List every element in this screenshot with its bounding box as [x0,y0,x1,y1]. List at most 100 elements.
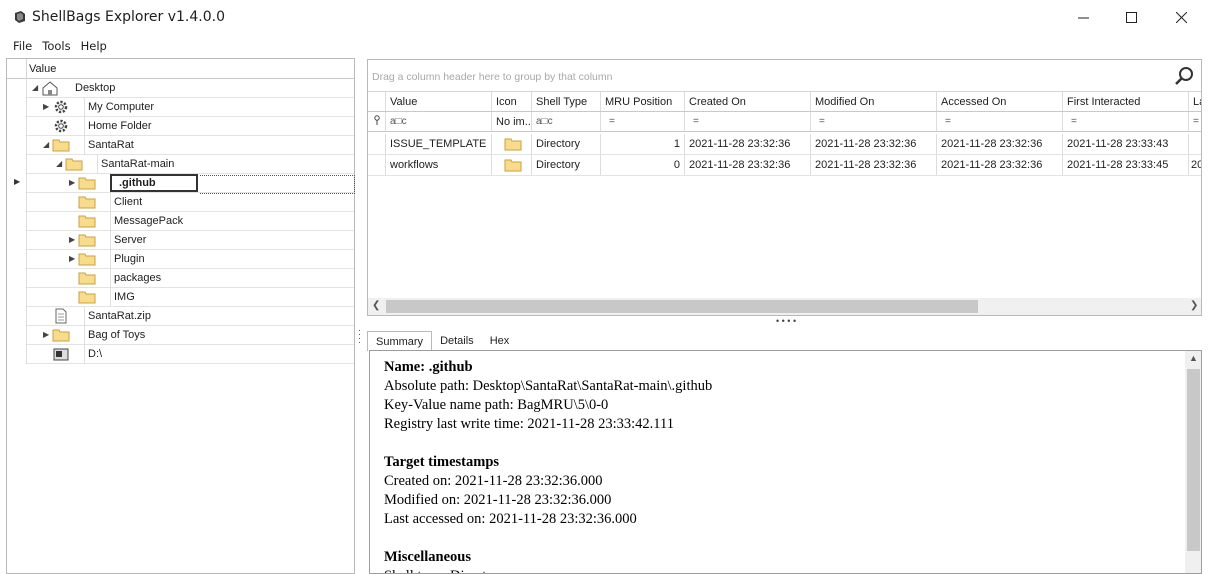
menu-help[interactable]: Help [76,36,112,56]
expand-arrow-icon[interactable]: ▶ [69,235,78,245]
tab-hex[interactable]: Hex [482,331,518,351]
filter-accessed-on[interactable]: = [937,112,1063,131]
column-header-icon[interactable]: Icon [492,92,532,111]
filter-row: a□c No im... a□c = = = = = = [368,112,1201,132]
tree-item-home-folder[interactable]: Home Folder [27,117,354,136]
collapse-arrow-icon[interactable]: ◢ [43,140,52,150]
tree-item-plugin[interactable]: ▶ Plugin [27,250,354,269]
grid-header-row: Value Icon Shell Type MRU Position Creat… [368,92,1201,112]
horizontal-splitter-handle[interactable]: • • • • [776,316,796,326]
horizontal-scrollbar[interactable]: ❮ ❯ [368,298,1201,315]
filter-shell-type[interactable]: a□c [532,112,601,131]
close-button[interactable] [1158,0,1204,34]
folder-icon [78,177,96,190]
column-header-value[interactable]: Value [386,92,492,111]
tree-item-santarat-main[interactable]: ◢ SantaRat-main [27,155,354,174]
cell-first-interacted: 2021-11-28 23:33:43 [1063,134,1189,154]
detail-tabs: Summary Details Hex [367,331,517,351]
maximize-icon [1125,11,1137,23]
filter-modified-on[interactable]: = [811,112,937,131]
tree-item-messagepack[interactable]: MessagePack [27,212,354,231]
tree-item-bag-of-toys[interactable]: ▶ Bag of Toys [27,326,354,345]
table-row[interactable]: workflows Directory 0 2021-11-28 23:32:3… [368,155,1201,176]
expand-arrow-icon[interactable]: ▶ [43,330,52,340]
scroll-right-icon[interactable]: ❯ [1190,300,1198,311]
gear-icon [54,119,68,133]
tree-item-desktop[interactable]: ◢ Desktop [27,79,354,98]
tree-item-santarat-zip[interactable]: SantaRat.zip [27,307,354,326]
tree-item-label: MessagePack [114,215,184,227]
filter-last-interacted[interactable]: = [1189,112,1201,131]
menu-tools[interactable]: Tools [37,36,75,56]
collapse-arrow-icon[interactable]: ◢ [56,159,65,169]
app-icon [15,11,25,23]
summary-last-accessed: Last accessed on: 2021-11-28 23:32:36.00… [384,511,637,527]
cell-created-on: 2021-11-28 23:32:36 [685,155,811,175]
column-header-modified-on[interactable]: Modified On [811,92,937,111]
tree-item-drive-d[interactable]: D:\ [27,345,354,364]
cell-mru-position: 0 [601,155,685,175]
filter-icon[interactable]: No im... [492,112,532,131]
column-header-last-interacted[interactable]: La [1189,92,1201,111]
minimize-button[interactable] [1060,0,1106,34]
scroll-up-icon[interactable]: ▲ [1189,353,1198,363]
column-header-accessed-on[interactable]: Accessed On [937,92,1063,111]
tree-item-label: My Computer [88,101,155,113]
vertical-scrollbar[interactable]: ▲ [1185,351,1201,573]
folder-icon [78,234,96,247]
row-indicator-column [7,79,27,364]
filter-mru-position[interactable]: = [601,112,685,131]
summary-text: Name: .github Absolute path: Desktop\San… [384,358,712,573]
selected-tree-item-editor[interactable]: .github [110,174,198,192]
summary-shell-type: Shell type: Directory [384,567,712,573]
tree-item-santarat[interactable]: ◢ SantaRat [27,136,354,155]
scrollbar-thumb[interactable] [1187,369,1200,551]
vertical-splitter-handle[interactable]: · · · · [358,326,362,347]
tree-item-packages[interactable]: packages [27,269,354,288]
window-title: ShellBags Explorer v1.4.0.0 [32,9,225,25]
cell-mru-position: 1 [601,134,685,154]
column-header-created-on[interactable]: Created On [685,92,811,111]
tab-details[interactable]: Details [432,331,482,351]
tree-item-my-computer[interactable]: ▶ My Computer [27,98,354,117]
column-header-first-interacted[interactable]: First Interacted [1063,92,1189,111]
menu-file[interactable]: File [8,36,37,56]
summary-key-value-path: Key-Value name path: BagMRU\5\0-0 [384,397,609,413]
column-header-shell-type[interactable]: Shell Type [532,92,601,111]
summary-modified-on: Modified on: 2021-11-28 23:32:36.000 [384,492,612,508]
tree-item-img[interactable]: IMG [27,288,354,307]
filter-value[interactable]: a□c [386,112,492,131]
summary-name: Name: .github [384,359,473,375]
summary-misc-heading: Miscellaneous [384,549,471,565]
folder-icon [492,134,532,154]
group-hint: Drag a column header here to group by th… [372,71,613,83]
drive-icon [53,348,69,361]
desktop-icon [42,81,58,96]
folder-icon [78,272,96,285]
tab-summary[interactable]: Summary [367,331,433,351]
expand-arrow-icon[interactable]: ▶ [69,254,78,264]
file-icon [55,308,67,324]
group-by-panel[interactable]: Drag a column header here to group by th… [368,60,1201,92]
table-row[interactable]: ISSUE_TEMPLATE Directory 1 2021-11-28 23… [368,134,1201,155]
search-icon[interactable] [1174,66,1194,86]
collapse-arrow-icon[interactable]: ◢ [32,83,41,93]
column-header-mru-position[interactable]: MRU Position [601,92,685,111]
tree-item-client[interactable]: Client [27,193,354,212]
summary-created-on: Created on: 2021-11-28 23:32:36.000 [384,473,603,489]
expand-arrow-icon[interactable]: ▶ [43,102,52,112]
folder-icon [492,155,532,175]
cell-last-interacted [1189,134,1201,154]
filter-first-interacted[interactable]: = [1063,112,1189,131]
expand-arrow-icon[interactable]: ▶ [69,178,78,188]
cell-value: workflows [386,155,492,175]
filter-created-on[interactable]: = [685,112,811,131]
scrollbar-thumb[interactable] [386,300,978,313]
maximize-button[interactable] [1108,0,1154,34]
tree-item-label: .github [119,177,156,189]
tree-item-server[interactable]: ▶ Server [27,231,354,250]
scroll-left-icon[interactable]: ❮ [372,300,380,311]
folder-icon [78,215,96,228]
tree-item-label: Server [114,234,147,246]
tree-column-value[interactable]: Value [29,63,56,75]
